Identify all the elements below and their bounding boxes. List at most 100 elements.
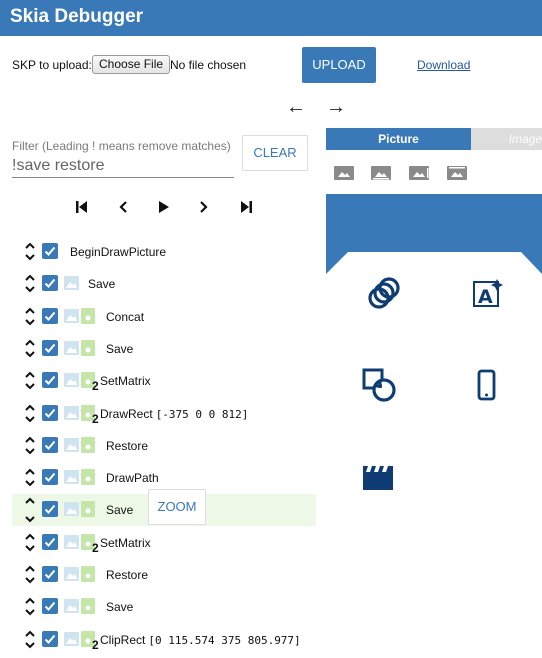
layer-icon: [81, 308, 95, 324]
command-args: [-375 0 0 812]: [155, 408, 249, 421]
command-label: Save: [106, 600, 134, 614]
command-row[interactable]: 2 SetMatrix: [12, 527, 316, 559]
previous-command-icon[interactable]: [118, 200, 128, 214]
image-icon: [64, 599, 79, 613]
command-label: DrawPath: [106, 471, 159, 485]
command-row[interactable]: Restore: [12, 559, 316, 591]
command-count: 2: [92, 638, 99, 652]
command-label: Restore: [106, 568, 149, 582]
layer-icon: [81, 566, 95, 582]
image-icon: [64, 535, 79, 549]
command-checkbox[interactable]: [42, 501, 58, 517]
command-name: Save: [106, 503, 133, 517]
layer-icon: [81, 469, 95, 485]
command-label: BeginDrawPicture: [70, 245, 167, 259]
image-icon: [64, 276, 79, 290]
choose-file-button[interactable]: Choose File: [92, 55, 171, 74]
expand-collapse-icon[interactable]: [24, 432, 36, 460]
command-count: 2: [92, 412, 99, 426]
command-name: SetMatrix: [100, 536, 151, 550]
expand-collapse-icon[interactable]: [24, 626, 36, 654]
expand-collapse-icon[interactable]: [24, 270, 36, 298]
expand-collapse-icon[interactable]: [24, 367, 36, 395]
command-row[interactable]: 2 SetMatrix: [12, 365, 316, 397]
svg-text:A: A: [478, 286, 493, 308]
expand-collapse-icon[interactable]: [24, 529, 36, 557]
image-icon: [64, 470, 79, 484]
upload-label: SKP to upload:: [12, 58, 92, 72]
command-checkbox[interactable]: [42, 566, 58, 582]
command-row[interactable]: Save ZOOM: [12, 489, 316, 526]
command-label: ClipRect: [100, 633, 146, 647]
command-row[interactable]: Concat: [12, 301, 316, 333]
expand-collapse-icon[interactable]: [24, 464, 36, 492]
filter-input[interactable]: [12, 154, 234, 178]
next-command-icon[interactable]: [199, 200, 209, 214]
command-row[interactable]: Save: [12, 268, 316, 300]
command-row[interactable]: 2 DrawRect [-375 0 0 812]: [12, 398, 316, 430]
command-label: SetMatrix: [100, 536, 151, 550]
command-checkbox[interactable]: [42, 437, 58, 453]
command-checkbox[interactable]: [42, 243, 58, 259]
layer-icon: [81, 437, 95, 453]
filter-label: Filter (Leading ! means remove matches): [12, 139, 231, 153]
download-link[interactable]: Download: [417, 58, 470, 72]
image-icon[interactable]: [334, 166, 354, 180]
command-label: DrawRect: [100, 407, 153, 421]
zoom-button[interactable]: ZOOM: [148, 489, 206, 525]
expand-collapse-icon[interactable]: [24, 238, 36, 266]
image-icon[interactable]: [409, 166, 429, 180]
command-checkbox[interactable]: [42, 372, 58, 388]
title-bar: Skia Debugger: [0, 0, 542, 36]
upload-button[interactable]: UPLOAD: [302, 47, 376, 83]
command-label: Save: [106, 503, 134, 517]
image-icon[interactable]: [447, 166, 467, 180]
play-icon[interactable]: [158, 200, 170, 214]
command-row[interactable]: Save: [12, 591, 316, 623]
command-label: Restore: [106, 439, 149, 453]
clear-button[interactable]: CLEAR: [242, 135, 308, 171]
image-icon: [64, 502, 79, 516]
expand-collapse-icon[interactable]: [24, 335, 36, 363]
film-icon: [360, 458, 400, 498]
command-checkbox[interactable]: [42, 308, 58, 324]
command-row[interactable]: BeginDrawPicture: [12, 236, 316, 268]
command-row[interactable]: Restore: [12, 430, 316, 462]
command-row[interactable]: Save: [12, 333, 316, 365]
command-name: SetMatrix: [100, 374, 151, 388]
back-arrow-icon[interactable]: ←: [286, 96, 306, 119]
expand-collapse-icon[interactable]: [24, 303, 36, 331]
command-checkbox[interactable]: [42, 534, 58, 550]
command-name: Save: [88, 277, 115, 291]
forward-arrow-icon[interactable]: →: [326, 96, 346, 119]
command-row[interactable]: 2 ClipRect [0 115.574 375 805.977]: [12, 624, 316, 656]
command-label: Save: [106, 342, 134, 356]
command-args: [0 115.574 375 805.977]: [148, 634, 301, 647]
command-name: Save: [106, 600, 133, 614]
last-command-icon[interactable]: [240, 200, 252, 214]
command-count: 2: [92, 541, 99, 555]
command-checkbox[interactable]: [42, 598, 58, 614]
command-name: ClipRect [0 115.574 375 805.977]: [100, 633, 301, 647]
command-label: SetMatrix: [100, 374, 151, 388]
command-checkbox[interactable]: [42, 340, 58, 356]
circles-icon: [364, 274, 404, 314]
tab-image[interactable]: Image: [471, 128, 542, 150]
image-icon: [64, 567, 79, 581]
command-name: BeginDrawPicture: [70, 245, 166, 259]
image-icon[interactable]: [371, 166, 391, 180]
command-checkbox[interactable]: [42, 631, 58, 647]
image-icon: [64, 632, 79, 646]
expand-collapse-icon[interactable]: [24, 400, 36, 428]
shapes-icon: [360, 366, 400, 406]
command-checkbox[interactable]: [42, 405, 58, 421]
command-checkbox[interactable]: [42, 469, 58, 485]
command-name: DrawPath: [106, 471, 159, 485]
expand-collapse-icon[interactable]: [24, 593, 36, 621]
first-command-icon[interactable]: [76, 200, 88, 214]
text-image-icon: A: [467, 274, 507, 314]
command-checkbox[interactable]: [42, 275, 58, 291]
expand-collapse-icon[interactable]: [24, 561, 36, 589]
expand-collapse-icon[interactable]: [24, 496, 36, 524]
tab-picture[interactable]: Picture: [326, 128, 471, 150]
